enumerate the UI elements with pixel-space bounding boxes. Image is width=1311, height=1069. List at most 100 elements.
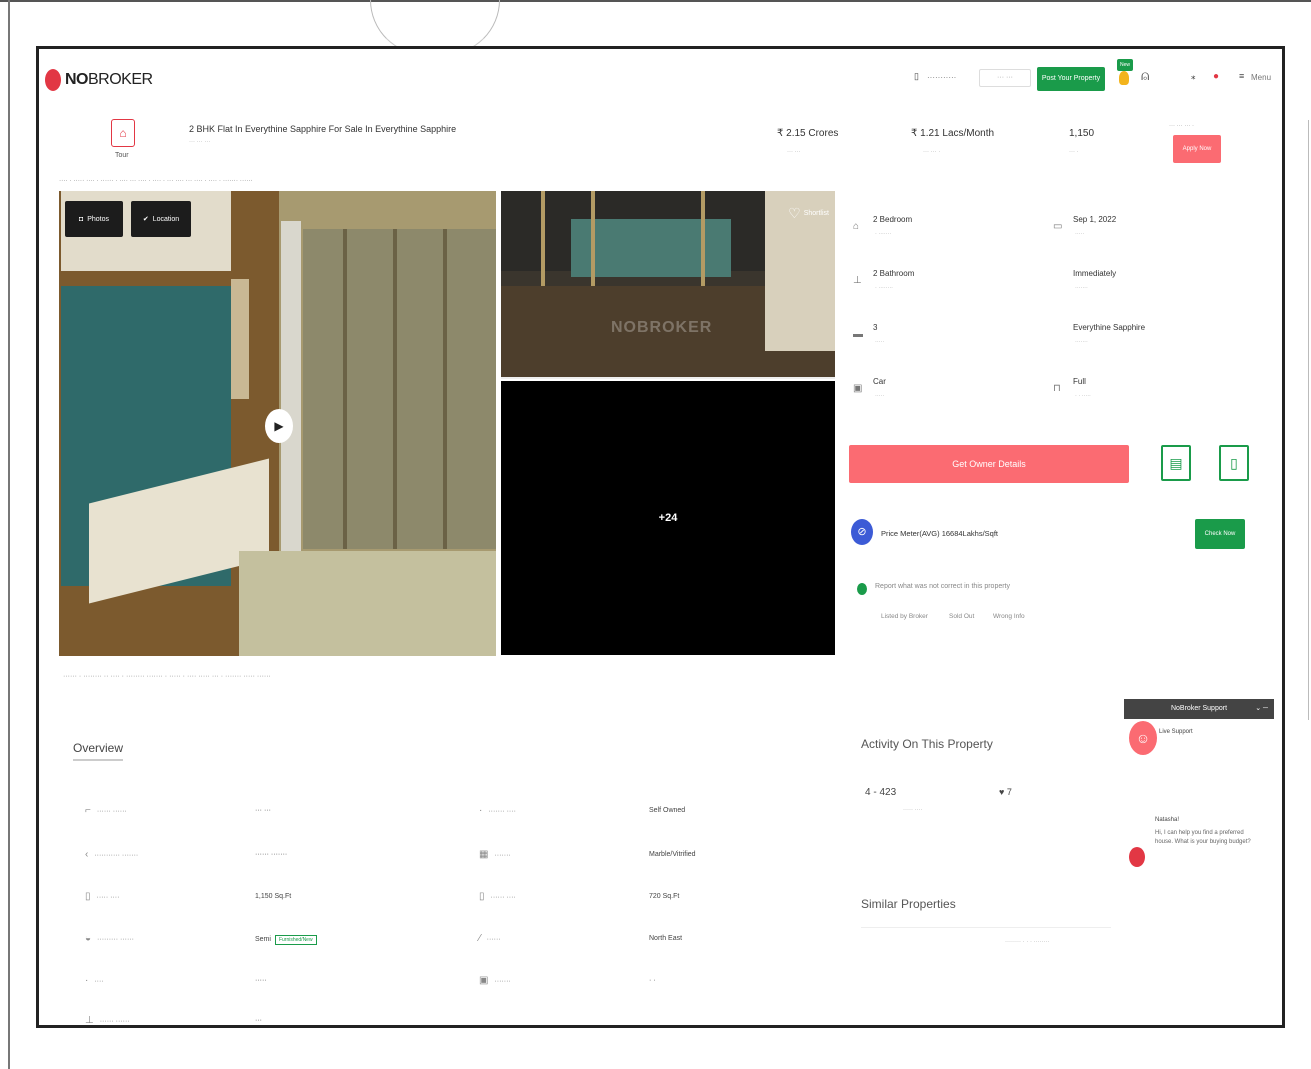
building-icon: ⌐ xyxy=(85,805,91,816)
detail-bathroom: ⊥ 2 Bathroom · ········ xyxy=(853,269,915,291)
bookmark-icon: ▯ xyxy=(1230,455,1238,471)
site-header: NOBROKER ▯ ··········· ··· ··· Post Your… xyxy=(39,49,1282,111)
bookmark-button[interactable]: ▯ xyxy=(1219,445,1249,481)
security-icon: ⊥ xyxy=(85,1015,94,1026)
photos-button[interactable]: ◘ Photos xyxy=(65,201,123,237)
shortlist-button[interactable]: ♡ Shortlist xyxy=(788,205,829,222)
live-support-label[interactable]: Live Support xyxy=(1159,729,1193,735)
chat-agent-name: Natasha! xyxy=(1155,817,1180,823)
parking-icon: ▣ xyxy=(479,975,489,986)
shortlist-label: Shortlist xyxy=(803,210,829,217)
secondary-photo[interactable]: NOBROKER ♡ Shortlist xyxy=(501,191,835,379)
overview-row: ⁄ ······ xyxy=(479,933,501,944)
bed-icon: ⌂ xyxy=(853,221,860,232)
breadcrumb[interactable]: ···· · ····· ···· · ······ · ···· ··· ··… xyxy=(59,177,253,184)
ownership-value: Self Owned xyxy=(649,807,686,814)
report-option-wrong-info[interactable]: Wrong Info xyxy=(993,613,1025,620)
bulb-icon[interactable] xyxy=(1119,71,1129,85)
overview-row: ◒ ········· ······ xyxy=(85,933,134,944)
detail-value: Immediately xyxy=(1073,269,1117,278)
similar-properties-caption: ········ · · · ········ xyxy=(1005,939,1050,945)
area-value: 1,150 xyxy=(1069,128,1095,139)
location-button[interactable]: ✔ Location xyxy=(131,201,191,237)
get-owner-details-button[interactable]: Get Owner Details xyxy=(849,445,1129,483)
activity-caption: ····· ···· xyxy=(903,807,923,813)
nearby-places[interactable]: ······ · ········ ·· ···· · ········ ···… xyxy=(63,673,271,680)
apply-now-button[interactable]: Apply Now xyxy=(1173,135,1221,163)
overview-row: ‹ ··········· ······· xyxy=(85,849,139,860)
furnishing-status-value: Semi xyxy=(255,936,271,943)
emi-stat: ₹ 1.21 Lacs/Month ··· ··· · xyxy=(911,128,995,155)
calendar-icon: ▭ xyxy=(1053,221,1063,232)
support-avatar-icon[interactable]: ☺ xyxy=(1129,721,1157,755)
logo-dot-icon xyxy=(45,69,61,91)
more-photos-tile[interactable]: +24 xyxy=(501,381,835,655)
schedule-visit-button[interactable]: ▤ xyxy=(1161,445,1191,481)
overview-tab[interactable]: Overview xyxy=(73,741,124,761)
emi-value: ₹ 1.21 Lacs/Month xyxy=(911,128,995,139)
overview-row: · ···· xyxy=(85,975,104,986)
detail-bedroom: ⌂ 2 Bedroom · ······· xyxy=(853,215,913,237)
cart-icon[interactable]: ● xyxy=(1213,71,1219,82)
location-label: Location xyxy=(152,215,180,223)
detail-balcony: ▬ 3 ····· xyxy=(853,323,885,345)
property-subtitle: ··· ··· ··· xyxy=(189,139,211,145)
chat-avatar xyxy=(1129,847,1145,867)
menu-icon[interactable]: ≡ xyxy=(1239,71,1244,81)
scan-edge-left xyxy=(8,0,10,1069)
facing-icon: ⁄ xyxy=(479,933,481,944)
nobroker-logo[interactable]: NOBROKER xyxy=(45,69,153,91)
flooring-icon: ▦ xyxy=(479,849,489,860)
support-widget-bar[interactable]: NoBroker Support ⌄ ─ xyxy=(1124,699,1274,719)
new-badge: New xyxy=(1117,59,1133,71)
property-summary: ⌂ Tour 2 BHK Flat In Everythine Sapphire… xyxy=(39,111,1282,179)
detail-value: 2 Bedroom xyxy=(873,215,913,224)
report-option-broker[interactable]: Listed by Broker xyxy=(881,613,928,620)
browser-frame: NOBROKER ▯ ··········· ··· ··· Post Your… xyxy=(36,46,1285,1028)
notification-icon[interactable]: ⁎ xyxy=(1191,71,1196,82)
status-icon: ◒ xyxy=(85,933,92,944)
header-link[interactable]: ··········· xyxy=(927,73,956,82)
balcony-icon: ▬ xyxy=(853,329,863,340)
ownership-icon: · xyxy=(479,805,483,816)
area-icon: ▯ xyxy=(85,891,91,902)
main-photo[interactable]: ◘ Photos ✔ Location ▶ xyxy=(59,191,496,656)
detail-available-from: ▭ Sep 1, 2022 ····· xyxy=(1053,215,1117,237)
property-title: 2 BHK Flat In Everythine Sapphire For Sa… xyxy=(189,124,457,134)
house-icon[interactable]: ⌂ xyxy=(111,119,135,147)
check-now-button[interactable]: Check Now xyxy=(1195,519,1245,549)
overview-row: ⌐ ······ ······ xyxy=(85,805,127,816)
floor-icon: · xyxy=(85,975,89,986)
camera-icon: ◘ xyxy=(78,215,84,223)
photo-watermark: NOBROKER xyxy=(611,319,713,336)
scan-edge-top xyxy=(0,0,1311,2)
minimize-icon[interactable]: ⌄ ─ xyxy=(1255,699,1268,719)
activity-shortlists: ♥ 7 xyxy=(999,787,1012,797)
header-search-box[interactable]: ··· ··· xyxy=(979,69,1031,87)
report-option-sold[interactable]: Sold Out xyxy=(949,613,974,620)
bathroom-icon: ⊥ xyxy=(853,275,862,286)
parking-icon: ▣ xyxy=(853,383,863,394)
play-icon: ▶ xyxy=(274,419,284,433)
menu-label[interactable]: Menu xyxy=(1251,73,1271,82)
post-property-button[interactable]: Post Your Property xyxy=(1037,67,1105,91)
scan-edge-right xyxy=(1308,120,1309,720)
tour-label[interactable]: Tour xyxy=(115,152,129,159)
report-text: Report what was not correct in this prop… xyxy=(875,583,1011,590)
price-meter-icon: ⊘ xyxy=(851,519,873,545)
facing-value: North East xyxy=(649,935,683,942)
phone-icon[interactable]: ▯ xyxy=(914,71,919,82)
photos-label: Photos xyxy=(87,215,110,223)
chat-message: Hi, I can help you find a preferred hous… xyxy=(1155,830,1251,845)
overview-row: ▯ ····· ···· xyxy=(85,891,120,902)
user-icon[interactable]: ⍝ xyxy=(1141,67,1149,84)
activity-title: Activity On This Property xyxy=(861,737,993,751)
overview-row: ▯ ······ ···· xyxy=(479,891,516,902)
builtup-area-value: 1,150 Sq.Ft xyxy=(255,893,292,900)
overview-row: ▣ ······· xyxy=(479,975,511,986)
furnishing-icon: ⊓ xyxy=(1053,383,1061,394)
play-video-button[interactable]: ▶ xyxy=(265,409,293,443)
report-icon xyxy=(857,583,867,595)
detail-society: Everythine Sapphire ······· xyxy=(1073,323,1146,345)
detail-value: Car xyxy=(873,377,886,386)
